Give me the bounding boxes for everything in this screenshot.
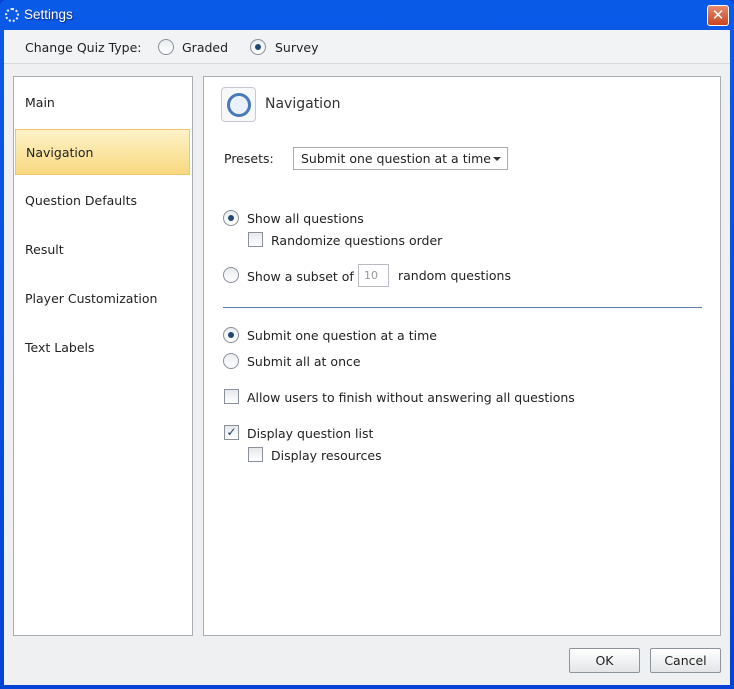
submit-all-label: Submit all at once: [247, 354, 361, 369]
window-title: Settings: [24, 7, 73, 22]
settings-gear-icon: [5, 8, 19, 22]
survey-label: Survey: [275, 40, 319, 55]
show-all-label: Show all questions: [247, 211, 364, 226]
display-list-checkbox[interactable]: ✓: [224, 425, 239, 440]
subset-prefix: Show a subset of: [247, 269, 354, 284]
graded-label: Graded: [182, 40, 229, 55]
quiz-type-bar: Change Quiz Type: Graded Survey: [4, 30, 730, 64]
sidebar-item-text-labels[interactable]: Text Labels: [15, 325, 190, 371]
panel-title: Navigation: [265, 96, 341, 112]
ok-button[interactable]: OK: [569, 648, 640, 673]
close-button[interactable]: ✕: [707, 5, 729, 26]
sidebar-item-navigation[interactable]: Navigation: [15, 129, 190, 175]
subset-suffix: random questions: [398, 268, 511, 283]
graded-radio[interactable]: [158, 39, 174, 55]
settings-sidebar: Main Navigation Question Defaults Result…: [13, 76, 193, 636]
settings-window: Settings ✕ Change Quiz Type: Graded Surv…: [0, 0, 734, 689]
navigation-panel: Navigation Presets: Submit one question …: [203, 76, 721, 636]
chevron-down-icon: [493, 157, 501, 165]
allow-finish-label: Allow users to finish without answering …: [247, 390, 575, 405]
allow-finish-checkbox[interactable]: [224, 389, 239, 404]
randomize-checkbox[interactable]: [248, 232, 263, 247]
sidebar-item-result[interactable]: Result: [15, 227, 190, 273]
presets-label: Presets:: [224, 151, 274, 166]
randomize-label: Randomize questions order: [271, 233, 443, 248]
divider: [223, 307, 702, 308]
dialog-body: Change Quiz Type: Graded Survey Main Nav…: [4, 30, 730, 685]
survey-radio[interactable]: [250, 39, 266, 55]
presets-dropdown[interactable]: Submit one question at a time: [293, 147, 508, 170]
display-resources-label: Display resources: [271, 448, 382, 463]
submit-all-radio[interactable]: [223, 353, 239, 369]
display-resources-checkbox[interactable]: [248, 447, 263, 462]
quiz-type-label: Change Quiz Type:: [25, 40, 142, 55]
sidebar-item-player-customization[interactable]: Player Customization: [15, 276, 190, 322]
display-list-label: Display question list: [247, 426, 374, 441]
subset-count-input[interactable]: 10: [358, 264, 389, 287]
submit-one-label: Submit one question at a time: [247, 328, 437, 343]
sidebar-item-main[interactable]: Main: [15, 80, 190, 126]
presets-value: Submit one question at a time: [301, 151, 491, 166]
cancel-button[interactable]: Cancel: [650, 648, 721, 673]
submit-one-radio[interactable]: [223, 327, 239, 343]
show-subset-radio[interactable]: [223, 267, 239, 283]
show-all-radio[interactable]: [223, 210, 239, 226]
sidebar-item-question-defaults[interactable]: Question Defaults: [15, 178, 190, 224]
compass-icon: [221, 87, 256, 122]
